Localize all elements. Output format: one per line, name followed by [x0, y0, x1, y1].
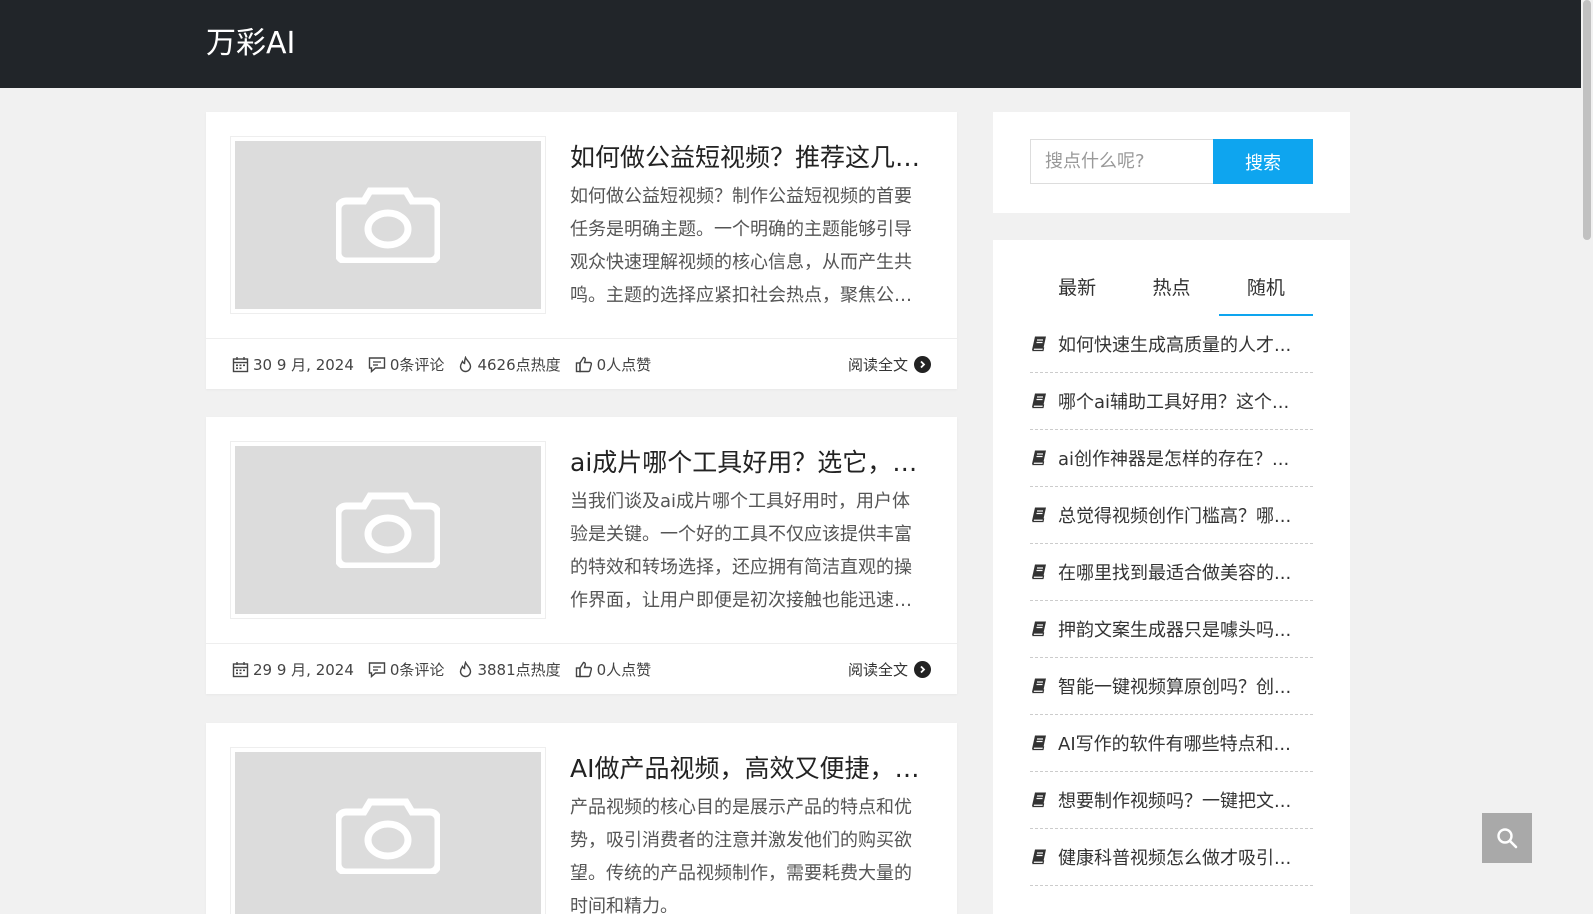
post-excerpt: 产品视频的核心目的是展示产品的特点和优势，吸引消费者的注意并激发他们的购买欲望。…	[570, 797, 912, 914]
tab-latest[interactable]: 最新	[1030, 264, 1124, 316]
book-icon	[1032, 450, 1046, 466]
list-item-label: 如何快速生成高质量的人才...	[1058, 335, 1292, 356]
search-button[interactable]: 搜索	[1213, 139, 1313, 184]
post-thumbnail[interactable]	[230, 441, 546, 619]
post-date: 30 9 月, 2024	[253, 355, 354, 374]
book-icon	[1032, 735, 1046, 751]
post-title[interactable]: AI做产品视频，高效又便捷，快来试试	[570, 751, 930, 787]
search-input[interactable]	[1030, 139, 1213, 184]
post-title[interactable]: ai成片哪个工具好用？选它，效率翻倍	[570, 445, 930, 481]
post-title[interactable]: 如何做公益短视频？推荐这几个实用技巧	[570, 140, 930, 176]
post-thumbnail[interactable]	[230, 136, 546, 314]
scrollbar-thumb[interactable]	[1583, 0, 1591, 240]
thumbs-up-icon	[575, 661, 592, 677]
list-item-label: 总觉得视频创作门槛高？哪...	[1058, 506, 1292, 527]
list-item-label: 押韵文案生成器只是噱头吗...	[1058, 620, 1292, 641]
book-icon	[1032, 621, 1046, 637]
sidebar-tabs: 最新 热点 随机	[1030, 264, 1313, 316]
book-icon	[1032, 564, 1046, 580]
post-date: 29 9 月, 2024	[253, 660, 354, 679]
calendar-icon	[232, 356, 249, 372]
list-item[interactable]: 如何快速生成高质量的人才...	[1030, 316, 1313, 373]
read-more-link[interactable]: 阅读全文	[848, 644, 931, 695]
camera-icon	[336, 187, 440, 263]
post-meta: 29 9 月, 2024 0条评论 3881点热度 0人点赞 阅读全文	[206, 643, 957, 694]
search-icon	[1497, 828, 1518, 849]
list-item[interactable]: 智能一键视频算原创吗？创...	[1030, 658, 1313, 715]
thumbs-up-icon	[575, 356, 592, 372]
list-item-label: ai创作神器是怎样的存在？...	[1058, 449, 1290, 470]
list-item-label: 健康科普视频怎么做才吸引...	[1058, 848, 1292, 869]
sidebar-tabs-widget: 最新 热点 随机 如何快速生成高质量的人才... 哪个ai辅助工具好用？这个..…	[993, 240, 1350, 914]
sidebar-search-widget: 搜索	[993, 112, 1350, 213]
post-comments: 0条评论	[389, 355, 445, 374]
tab-random[interactable]: 随机	[1218, 264, 1313, 316]
site-header: 万彩AI	[0, 0, 1593, 88]
list-item-label: AI写作的软件有哪些特点和...	[1058, 734, 1291, 755]
list-item[interactable]: 总觉得视频创作门槛高？哪...	[1030, 487, 1313, 544]
book-icon	[1032, 393, 1046, 409]
comment-icon	[368, 661, 386, 678]
list-item[interactable]: 押韵文案生成器只是噱头吗...	[1030, 601, 1313, 658]
post-heat: 4626点热度	[477, 355, 561, 374]
tab-hot[interactable]: 热点	[1124, 264, 1218, 316]
list-item[interactable]: 想要制作视频吗？一键把文...	[1030, 772, 1313, 829]
post-card: 如何做公益短视频？推荐这几个实用技巧 如何做公益短视频？制作公益短视频的首要任务…	[206, 112, 957, 389]
list-item-label: 在哪里找到最适合做美容的...	[1058, 563, 1292, 584]
list-item-label: 智能一键视频算原创吗？创...	[1058, 677, 1292, 698]
comment-icon	[368, 356, 386, 373]
read-more-label: 阅读全文	[847, 661, 908, 679]
post-likes: 0人点赞	[596, 355, 652, 374]
post-excerpt: 如何做公益短视频？制作公益短视频的首要任务是明确主题。一个明确的主题能够引导观众…	[570, 186, 912, 306]
page-scrollbar[interactable]	[1581, 0, 1593, 914]
book-icon	[1032, 507, 1046, 523]
list-item[interactable]: 哪个ai辅助工具好用？这个...	[1030, 373, 1313, 430]
camera-icon	[336, 798, 440, 874]
camera-icon	[336, 492, 440, 568]
post-card: ai成片哪个工具好用？选它，效率翻倍 当我们谈及ai成片哪个工具好用时，用户体验…	[206, 417, 957, 694]
list-item-label: 哪个ai辅助工具好用？这个...	[1058, 392, 1290, 413]
post-card: AI做产品视频，高效又便捷，快来试试 产品视频的核心目的是展示产品的特点和优势，…	[206, 723, 957, 914]
list-item[interactable]: ai创作神器是怎样的存在？...	[1030, 430, 1313, 487]
post-likes: 0人点赞	[596, 660, 652, 679]
list-item[interactable]: AI写作的软件有哪些特点和...	[1030, 715, 1313, 772]
site-brand[interactable]: 万彩AI	[206, 24, 295, 64]
list-item[interactable]: 健康科普视频怎么做才吸引...	[1030, 829, 1313, 886]
post-meta: 30 9 月, 2024 0条评论 4626点热度 0人点赞 阅读全文	[206, 338, 957, 389]
sidebar-post-list: 如何快速生成高质量的人才... 哪个ai辅助工具好用？这个... ai创作神器是…	[1030, 316, 1313, 886]
book-icon	[1032, 792, 1046, 808]
calendar-icon	[232, 661, 249, 677]
post-heat: 3881点热度	[477, 660, 561, 679]
post-comments: 0条评论	[389, 660, 445, 679]
post-thumbnail[interactable]	[230, 747, 546, 914]
post-excerpt: 当我们谈及ai成片哪个工具好用时，用户体验是关键。一个好的工具不仅应该提供丰富的…	[570, 491, 912, 611]
read-more-label: 阅读全文	[847, 356, 908, 374]
book-icon	[1032, 678, 1046, 694]
flame-icon	[460, 355, 472, 372]
flame-icon	[460, 660, 472, 677]
chevron-right-icon	[914, 661, 931, 678]
book-icon	[1032, 336, 1046, 352]
read-more-link[interactable]: 阅读全文	[848, 339, 931, 390]
list-item-label: 想要制作视频吗？一键把文...	[1058, 791, 1292, 812]
chevron-right-icon	[914, 356, 931, 373]
floating-search-button[interactable]	[1482, 813, 1532, 863]
list-item[interactable]: 在哪里找到最适合做美容的...	[1030, 544, 1313, 601]
book-icon	[1032, 849, 1046, 865]
